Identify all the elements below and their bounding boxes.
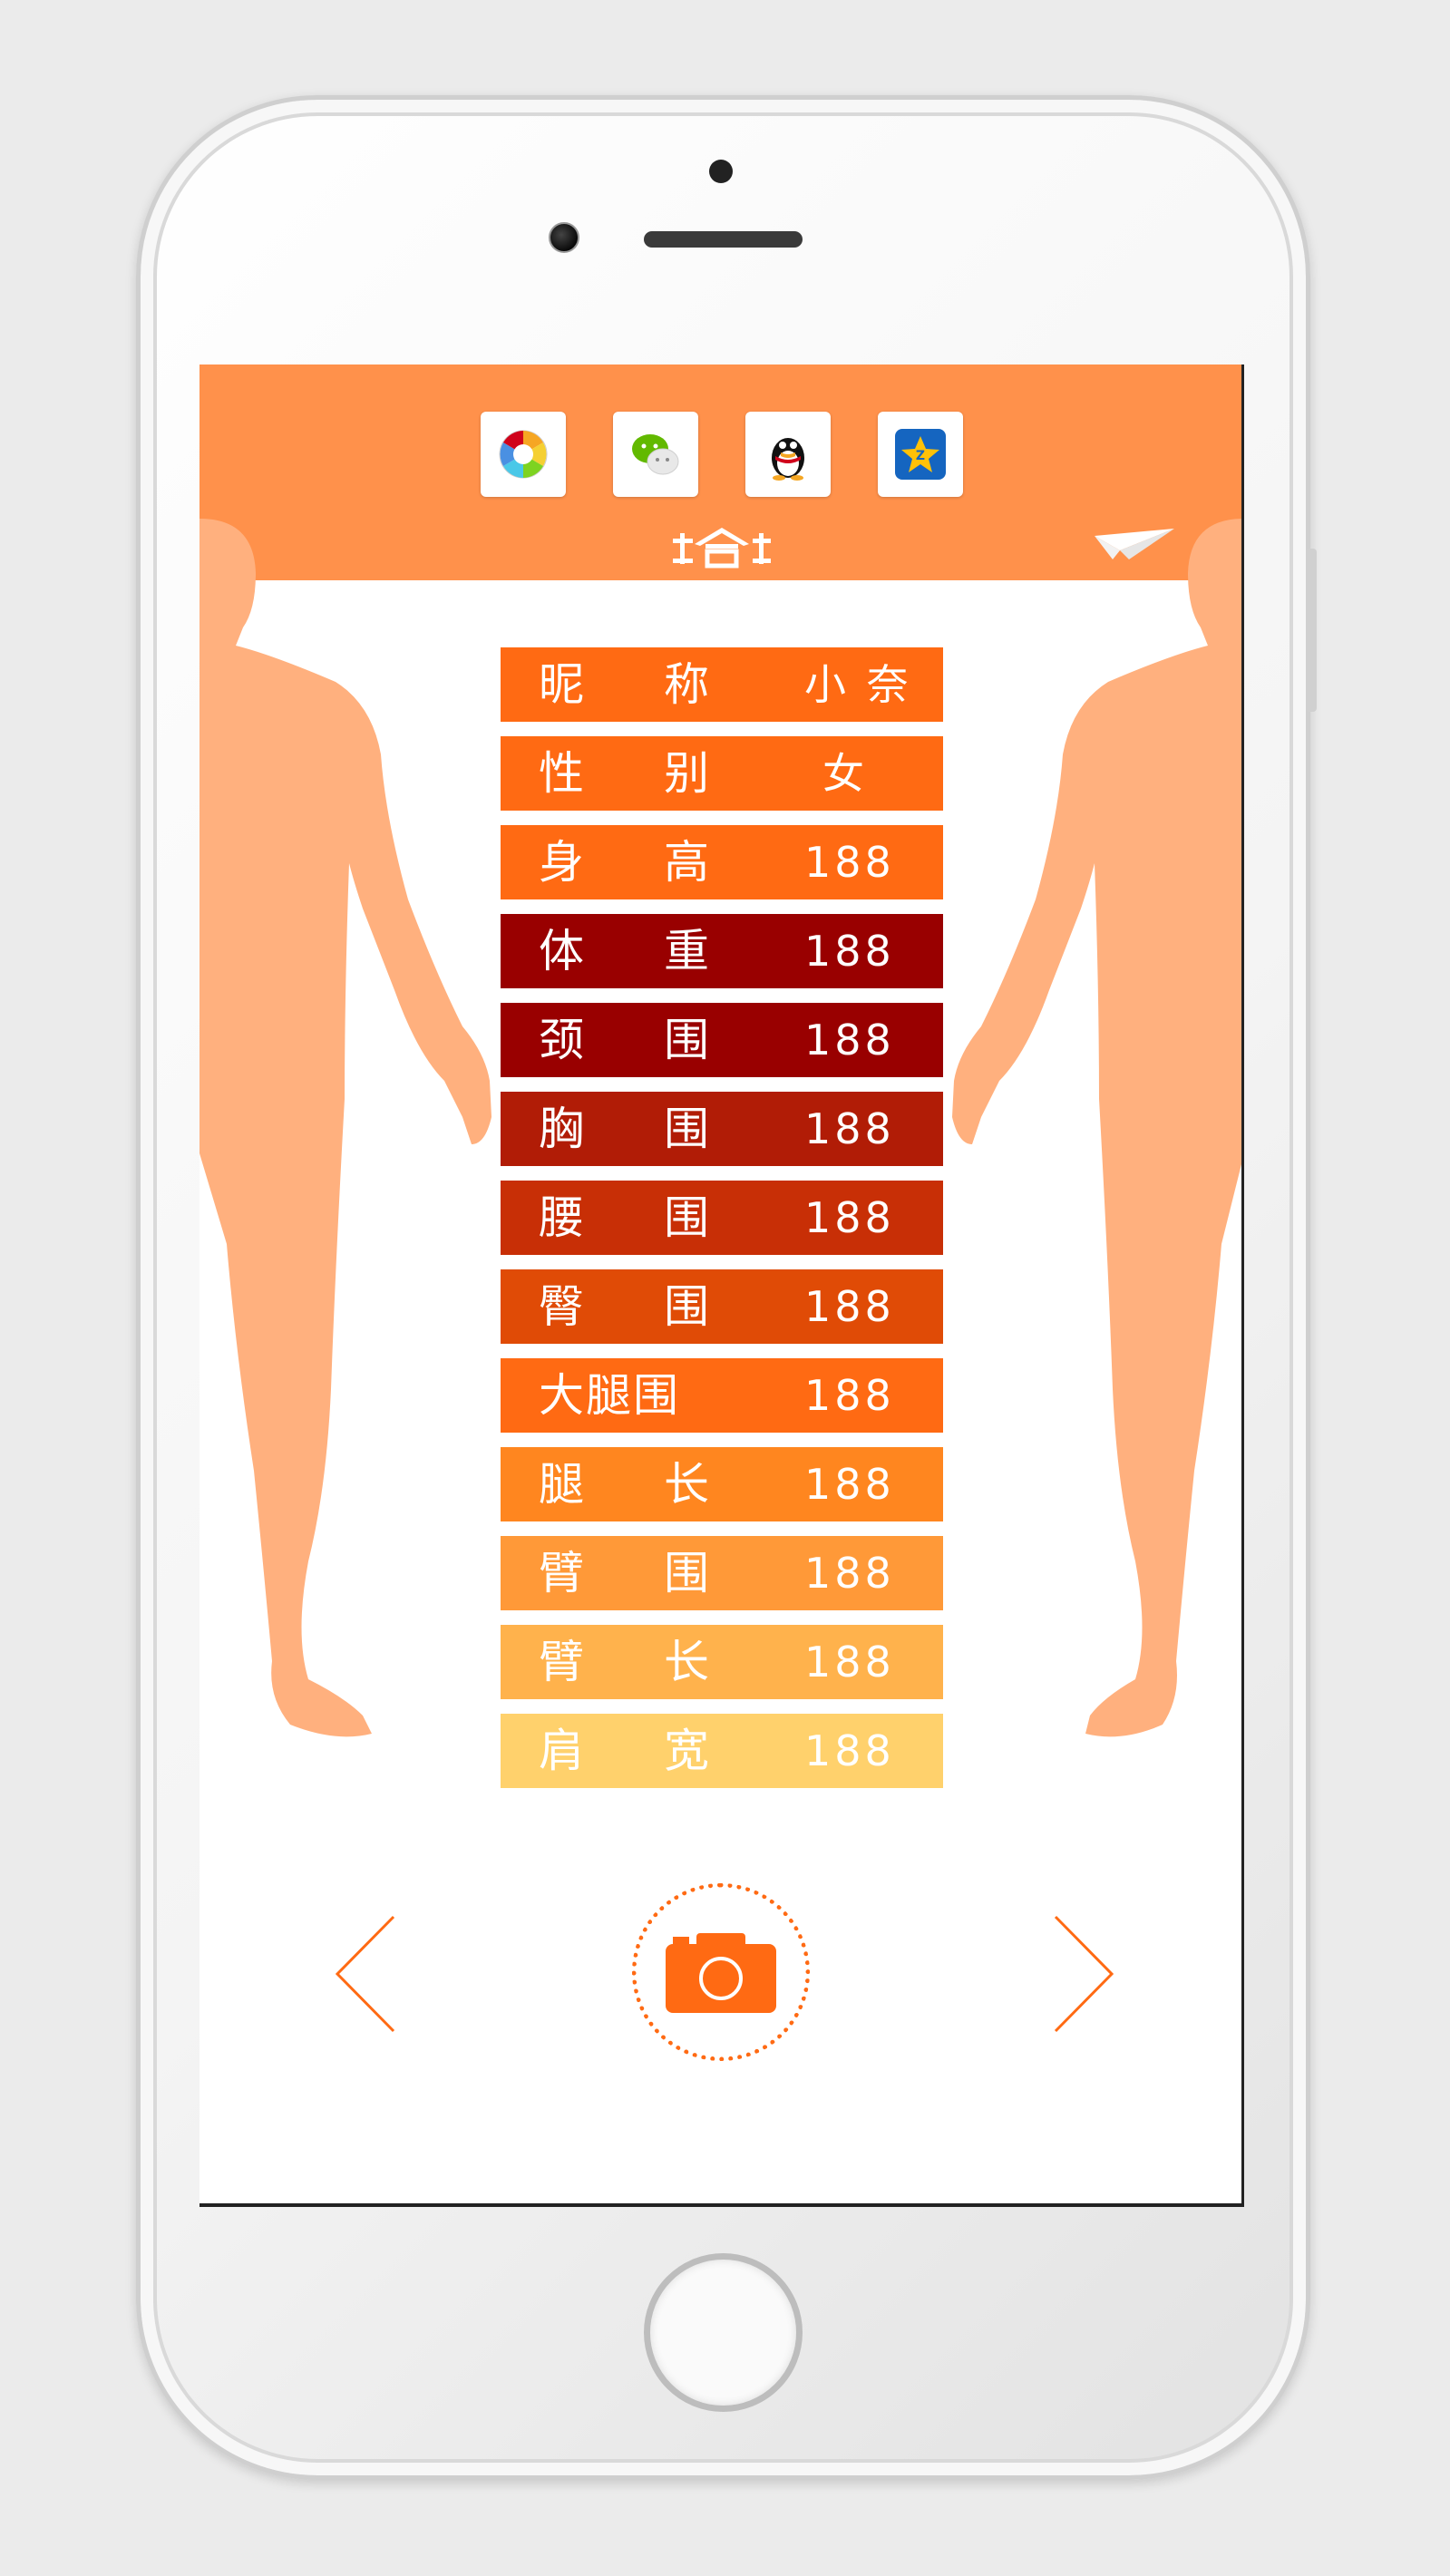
row-label: 别	[664, 747, 709, 800]
table-row[interactable]: 身 高 188	[501, 825, 943, 899]
table-row[interactable]: 胸 围 188	[501, 1092, 943, 1166]
row-label: 重	[664, 925, 709, 977]
table-row[interactable]: 颈 围 188	[501, 1003, 943, 1077]
row-value: 女	[822, 749, 868, 798]
row-label: 长	[664, 1636, 709, 1688]
row-label: 高	[664, 836, 709, 889]
row-value: 188	[804, 1282, 895, 1331]
row-label: 臀	[539, 1280, 584, 1333]
row-value: 188	[804, 1460, 895, 1509]
row-label: 臂	[539, 1636, 584, 1688]
row-label: 大腿围	[539, 1369, 680, 1422]
body-figure-left	[199, 519, 491, 1737]
phone-side-button	[1306, 549, 1317, 712]
row-label: 围	[664, 1103, 709, 1155]
table-row[interactable]: 臀 围 188	[501, 1269, 943, 1344]
svg-text:Z: Z	[916, 449, 925, 463]
row-label: 胸	[539, 1103, 584, 1155]
app-screen: Z 昵 称 小 奈 性 别 女 身 高 188 体 重 188 颈 围 188 胸 围 …	[199, 365, 1244, 2207]
row-value: 188	[804, 1549, 895, 1598]
chevron-right-icon[interactable]	[1052, 1915, 1115, 2033]
front-sensor	[709, 160, 733, 183]
qzone-icon[interactable]: Z	[878, 412, 963, 497]
app-logo-icon	[673, 528, 771, 569]
row-value: 188	[804, 1371, 895, 1420]
row-label: 颈	[539, 1014, 584, 1066]
table-row[interactable]: 昵称小 奈	[501, 647, 943, 722]
photo-app-icon[interactable]	[481, 412, 566, 497]
table-row[interactable]: 体 重 188	[501, 914, 943, 988]
row-label: 身	[539, 836, 584, 889]
camera-icon	[666, 1933, 776, 2013]
row-label: 臂	[539, 1547, 584, 1599]
row-value: 小 奈	[804, 660, 912, 709]
row-label: 长	[664, 1458, 709, 1511]
row-label: 性	[539, 747, 584, 800]
row-value: 188	[804, 1726, 895, 1775]
home-button[interactable]	[644, 2253, 803, 2412]
row-label: 围	[664, 1280, 709, 1333]
row-label: 围	[664, 1191, 709, 1244]
body-figure-right	[952, 519, 1241, 1737]
wechat-icon[interactable]	[613, 412, 698, 497]
row-label: 宽	[664, 1725, 709, 1777]
row-value: 188	[804, 1638, 895, 1687]
row-value: 188	[804, 838, 895, 887]
chevron-left-icon[interactable]	[334, 1915, 397, 2033]
table-row[interactable]: 性别女	[501, 736, 943, 811]
row-label: 围	[664, 1014, 709, 1066]
row-label: 肩	[539, 1725, 584, 1777]
qq-icon[interactable]	[745, 412, 831, 497]
row-label: 腿	[539, 1458, 584, 1511]
table-row[interactable]: 臂 围 188	[501, 1536, 943, 1610]
camera-button[interactable]	[632, 1883, 810, 2061]
front-camera	[549, 222, 579, 253]
row-label: 腰	[539, 1191, 584, 1244]
row-value: 188	[804, 1016, 895, 1064]
row-label: 称	[664, 658, 709, 711]
row-label: 围	[664, 1547, 709, 1599]
table-row[interactable]: 臂 长 188	[501, 1625, 943, 1699]
row-label: 体	[539, 925, 584, 977]
row-value: 188	[804, 1193, 895, 1242]
row-label: 昵	[539, 658, 584, 711]
row-value: 188	[804, 927, 895, 976]
table-row[interactable]: 腿 长 188	[501, 1447, 943, 1521]
earpiece-speaker	[644, 231, 803, 248]
measurement-table: 昵称小 奈 性别女 身高 188 体重 188 颈围 188 胸围 188 腰围 188 …	[501, 647, 943, 1803]
row-value: 188	[804, 1104, 895, 1153]
table-row[interactable]: 腰 围 188	[501, 1181, 943, 1255]
table-row[interactable]: 大腿围 188	[501, 1358, 943, 1433]
table-row[interactable]: 肩 宽 188	[501, 1714, 943, 1788]
